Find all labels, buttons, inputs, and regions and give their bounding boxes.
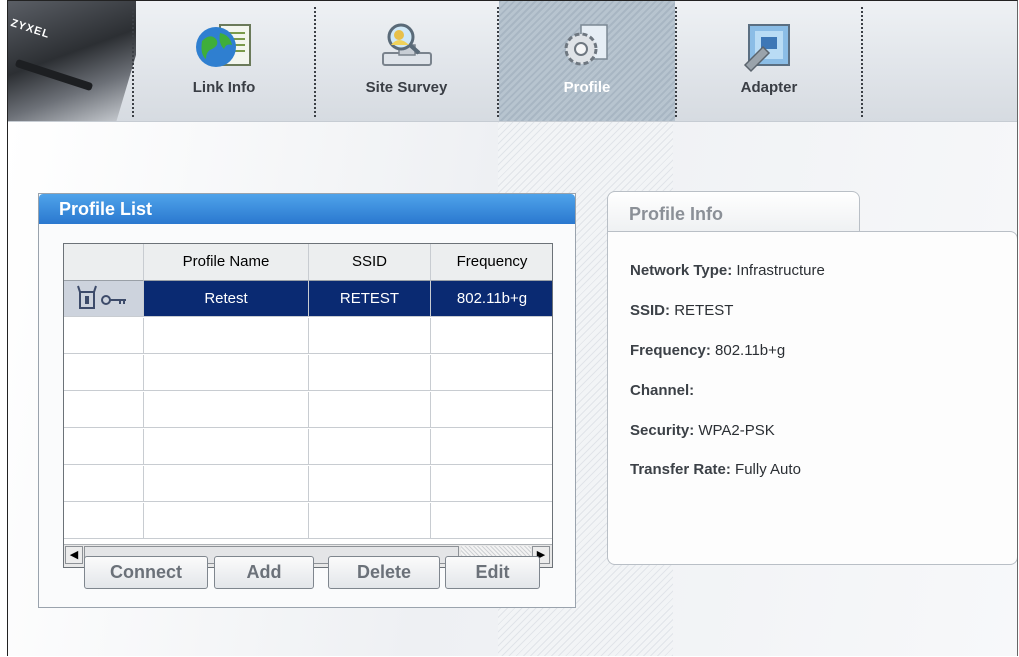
connect-button[interactable]: Connect [84, 556, 208, 589]
nav-divider [861, 7, 863, 117]
table-row-empty [64, 429, 552, 466]
transfer-rate-field: Transfer Rate: Fully Auto [630, 461, 801, 478]
profile-list-panel: Profile List Profile Name SSID Frequency [38, 193, 576, 608]
profile-info-body: Network Type: Infrastructure SSID: RETES… [607, 231, 1017, 565]
network-type-field: Network Type: Infrastructure [630, 262, 825, 279]
profile-type-icon-cell [64, 281, 144, 317]
device-logo-image: ZYXEL [8, 1, 136, 121]
profile-info-panel: Profile Info Network Type: Infrastructur… [607, 191, 1017, 565]
infrastructure-key-icon [76, 285, 126, 309]
table-row[interactable]: Retest RETEST 802.11b+g [64, 281, 552, 318]
table-header-row: Profile Name SSID Frequency [64, 244, 552, 281]
scroll-left-button[interactable]: ◀ [65, 546, 83, 564]
table-row-empty [64, 392, 552, 429]
column-header-ssid[interactable]: SSID [309, 244, 431, 281]
frequency-field: Frequency: 802.11b+g [630, 342, 786, 359]
brand-logo: ZYXEL [9, 17, 52, 41]
network-search-icon [375, 19, 439, 78]
top-navigation: ZYXEL Link Info Site Survey Profile Adap… [8, 1, 1017, 122]
column-header-profile-name[interactable]: Profile Name [144, 244, 309, 281]
edit-button[interactable]: Edit [445, 556, 540, 589]
tab-adapter[interactable]: Adapter [677, 1, 861, 121]
frequency-cell: 802.11b+g [431, 281, 552, 317]
table-row-empty [64, 318, 552, 355]
globe-document-icon [192, 19, 256, 78]
tab-profile[interactable]: Profile [499, 1, 675, 121]
ssid-field: SSID: RETEST [630, 302, 734, 319]
column-header-icon[interactable] [64, 244, 144, 281]
tab-link-info[interactable]: Link Info [134, 1, 314, 121]
tab-label: Site Survey [365, 79, 448, 96]
ssid-cell: RETEST [309, 281, 431, 317]
tab-site-survey[interactable]: Site Survey [316, 1, 497, 121]
channel-field: Channel: [630, 382, 695, 399]
gear-document-icon [557, 19, 617, 78]
tab-label: Profile [563, 79, 611, 96]
app-window: ZYXEL Link Info Site Survey Profile Adap… [7, 0, 1018, 656]
column-header-frequency[interactable]: Frequency [431, 244, 552, 281]
delete-button[interactable]: Delete [328, 556, 440, 589]
add-button[interactable]: Add [214, 556, 314, 589]
security-field: Security: WPA2-PSK [630, 422, 775, 439]
table-row-empty [64, 466, 552, 503]
profile-info-title: Profile Info [607, 191, 860, 233]
adapter-tools-icon [739, 19, 799, 78]
tab-label: Adapter [740, 79, 798, 96]
table-row-empty [64, 503, 552, 540]
profile-name-cell: Retest [144, 281, 309, 317]
table-row-empty [64, 355, 552, 392]
tab-label: Link Info [192, 79, 256, 96]
profile-table: Profile Name SSID Frequency Retest RETES… [63, 243, 553, 568]
profile-list-title: Profile List [39, 194, 575, 224]
